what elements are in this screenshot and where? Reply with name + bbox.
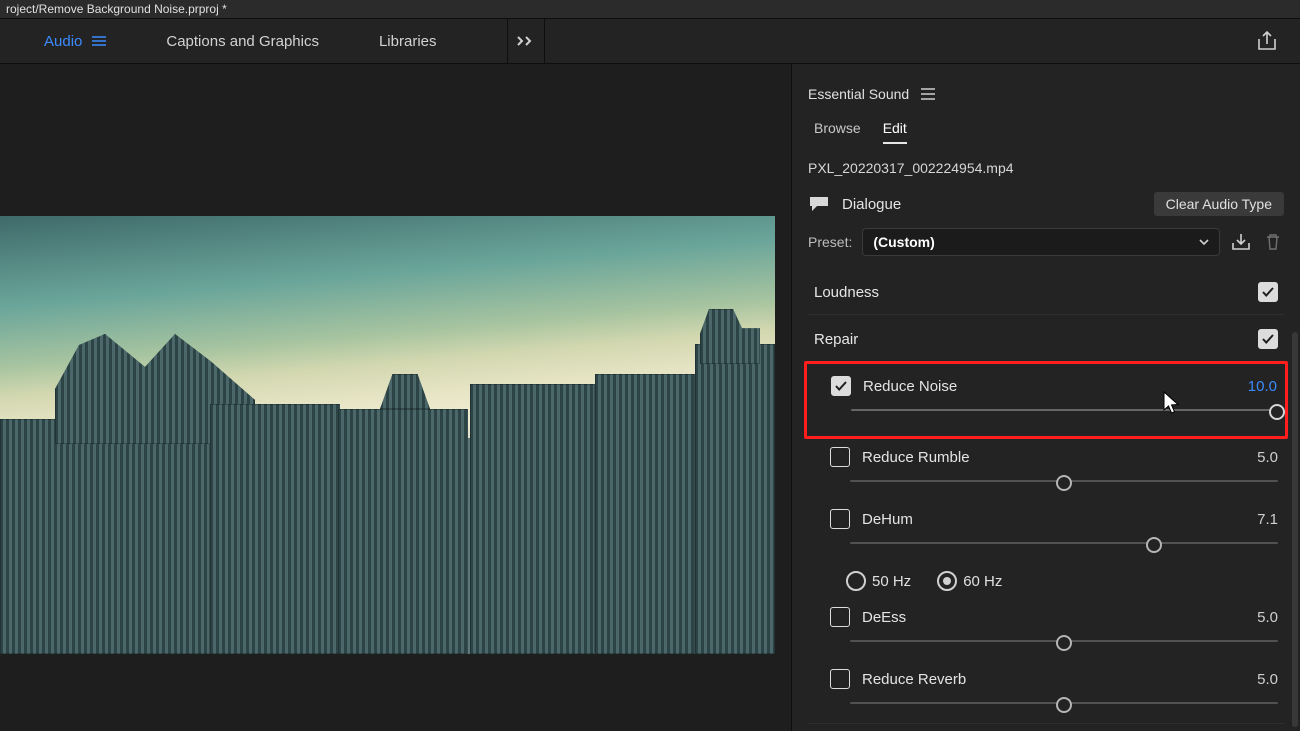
reduce-reverb-value[interactable]: 5.0 [1257,671,1278,688]
deess-checkbox[interactable] [830,607,850,627]
reduce-noise-slider[interactable] [851,402,1277,418]
param-label: DeHum [862,511,913,528]
param-label: Reduce Noise [863,378,957,395]
dialogue-icon [808,195,830,213]
audio-type-row: Dialogue Clear Audio Type [792,188,1300,226]
param-reduce-noise: Reduce Noise 10.0 [809,368,1283,398]
preset-row: Preset: (Custom) [792,226,1300,264]
param-dehum: DeHum 7.1 [808,501,1284,531]
workspace-tab-captions[interactable]: Captions and Graphics [166,33,319,50]
dehum-value[interactable]: 7.1 [1257,511,1278,528]
section-clarity[interactable]: Clarity [808,723,1284,731]
sections: Loudness Repair R [792,264,1300,731]
param-label: Reduce Reverb [862,671,966,688]
section-repair[interactable]: Repair [808,314,1284,361]
dehum-checkbox[interactable] [830,509,850,529]
titlebar: roject/Remove Background Noise.prproj * [0,0,1300,19]
param-deess: DeEss 5.0 [808,599,1284,629]
chevron-down-icon [1199,237,1209,247]
workspace-tab-label: Captions and Graphics [166,33,319,50]
reduce-rumble-slider[interactable] [850,473,1278,489]
dehum-60hz-radio[interactable] [937,571,957,591]
export-button[interactable] [1256,19,1278,63]
panel-tabs: Browse Edit [792,114,1300,144]
section-loudness[interactable]: Loudness [808,268,1284,314]
clip-filename: PXL_20220317_002224954.mp4 [792,144,1300,188]
panel-tab-edit[interactable]: Edit [883,120,907,144]
delete-preset-icon [1262,231,1284,253]
preset-value: (Custom) [873,234,934,250]
loudness-checkbox[interactable] [1258,282,1278,302]
section-label: Loudness [814,284,879,301]
reduce-noise-value[interactable]: 10.0 [1248,378,1277,395]
project-title: roject/Remove Background Noise.prproj * [6,2,227,16]
workspace-overflow-button[interactable] [507,19,545,63]
main-split: Essential Sound Browse Edit PXL_20220317… [0,64,1300,731]
panel-title: Essential Sound [808,86,909,102]
panel-scrollbar[interactable] [1292,332,1298,727]
reduce-noise-highlight: Reduce Noise 10.0 [804,361,1288,439]
workspace-tab-libraries[interactable]: Libraries [379,33,437,50]
reduce-reverb-checkbox[interactable] [830,669,850,689]
clear-audio-type-button[interactable]: Clear Audio Type [1154,192,1284,216]
workspace-tab-audio[interactable]: Audio [44,33,106,50]
param-label: Reduce Rumble [862,449,970,466]
reduce-rumble-checkbox[interactable] [830,447,850,467]
param-reduce-reverb: Reduce Reverb 5.0 [808,661,1284,691]
panel-tab-browse[interactable]: Browse [814,120,861,144]
essential-sound-panel: Essential Sound Browse Edit PXL_20220317… [792,64,1300,731]
dehum-hz-row: 50 Hz 60 Hz [808,563,1284,599]
dehum-50hz-radio[interactable] [846,571,866,591]
video-frame [0,216,775,654]
reduce-rumble-value[interactable]: 5.0 [1257,449,1278,466]
preset-dropdown[interactable]: (Custom) [862,228,1220,256]
workspace-tab-menu-icon[interactable] [92,36,106,46]
repair-checkbox[interactable] [1258,329,1278,349]
dehum-50hz-label: 50 Hz [872,573,911,590]
preset-label: Preset: [808,234,852,250]
panel-header: Essential Sound [792,64,1300,114]
workspace-tab-label: Libraries [379,33,437,50]
workspace-bar: Audio Captions and Graphics Libraries [0,19,1300,64]
param-label: DeEss [862,609,906,626]
audio-type-label: Dialogue [842,196,901,213]
section-label: Repair [814,331,858,348]
deess-slider[interactable] [850,633,1278,649]
param-reduce-rumble: Reduce Rumble 5.0 [808,439,1284,469]
dehum-60hz-label: 60 Hz [963,573,1002,590]
panel-menu-icon[interactable] [921,88,935,100]
deess-value[interactable]: 5.0 [1257,609,1278,626]
reduce-reverb-slider[interactable] [850,695,1278,711]
save-preset-icon[interactable] [1230,231,1252,253]
dehum-slider[interactable] [850,535,1278,551]
program-monitor [0,64,792,731]
reduce-noise-checkbox[interactable] [831,376,851,396]
workspace-tab-label: Audio [44,33,82,50]
